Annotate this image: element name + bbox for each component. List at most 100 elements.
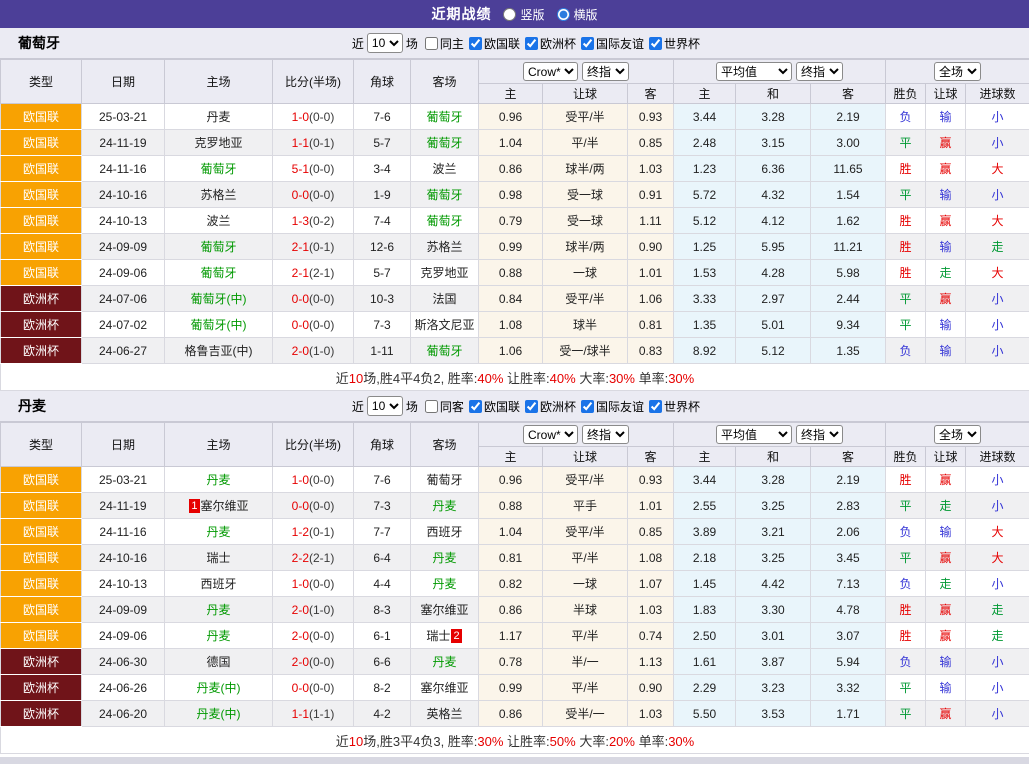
league-checkbox-0[interactable] <box>469 37 482 50</box>
match-date: 24-10-16 <box>82 545 165 571</box>
same-venue-filter[interactable]: 同客 <box>421 398 464 415</box>
crow-home-odds: 0.99 <box>479 234 543 260</box>
league-badge: 欧洲杯 <box>1 338 82 364</box>
match-count-select[interactable]: 10 <box>367 33 403 53</box>
final-odds-select-2[interactable]: 终指 <box>796 62 843 81</box>
home-team-name: 西班牙 <box>200 577 236 591</box>
crow-away-odds: 1.03 <box>628 597 674 623</box>
match-score: 0-0(0-0) <box>273 493 354 519</box>
corner-count: 10-3 <box>354 286 411 312</box>
result-win-draw-lose: 平 <box>886 675 926 701</box>
league-filter-2[interactable]: 国际友谊 <box>579 398 644 415</box>
result-win-draw-lose: 平 <box>886 545 926 571</box>
match-row: 欧国联 24-10-13 西班牙 1-0(0-0) 4-4 丹麦 0.82 一球… <box>1 571 1029 597</box>
average-select[interactable]: 平均值 <box>716 425 792 444</box>
match-row: 欧国联 24-11-19 1塞尔维亚 0-0(0-0) 7-3 丹麦 0.88 … <box>1 493 1029 519</box>
league-filter-2[interactable]: 国际友谊 <box>579 35 644 52</box>
league-checkbox-2[interactable] <box>581 37 594 50</box>
league-checkbox-1[interactable] <box>525 400 538 413</box>
home-team-name: 葡萄牙(中) <box>191 292 247 306</box>
league-filter-1[interactable]: 欧洲杯 <box>523 398 576 415</box>
final-odds-select-2[interactable]: 终指 <box>796 425 843 444</box>
home-team: 1塞尔维亚 <box>165 493 273 519</box>
league-checkbox-2[interactable] <box>581 400 594 413</box>
home-team: 格鲁吉亚(中) <box>165 338 273 364</box>
match-score: 1-0(0-0) <box>273 104 354 130</box>
home-team-name: 丹麦(中) <box>197 681 241 695</box>
away-team-name: 塞尔维亚 <box>420 603 468 617</box>
crow-away-odds: 1.01 <box>628 260 674 286</box>
scope-select[interactable]: 全场 <box>934 425 981 444</box>
league-checkbox-3[interactable] <box>649 400 662 413</box>
away-team: 丹麦 <box>411 545 479 571</box>
final-odds-select[interactable]: 终指 <box>582 425 629 444</box>
layout-option-horizontal[interactable]: 横版 <box>557 6 598 23</box>
layout-option-vertical[interactable]: 竖版 <box>503 6 544 23</box>
league-filter-0[interactable]: 欧国联 <box>467 398 520 415</box>
away-team-name: 克罗地亚 <box>420 266 468 280</box>
section-team-name: 丹麦 <box>18 396 46 416</box>
avg-home-odds: 2.50 <box>674 623 736 649</box>
fulltime-score: 2-1 <box>292 240 309 254</box>
horizontal-radio-label: 横版 <box>574 6 598 23</box>
table-header-row: 类型日期主场比分(半场)角球客场 Crow*终指 平均值终指 全场 <box>1 60 1029 84</box>
league-badge: 欧国联 <box>1 571 82 597</box>
match-row: 欧洲杯 24-07-02 葡萄牙(中) 0-0(0-0) 7-3 斯洛文尼亚 1… <box>1 312 1029 338</box>
league-checkbox-0[interactable] <box>469 400 482 413</box>
table-header-row: 类型日期主场比分(半场)角球客场 Crow*终指 平均值终指 全场 <box>1 423 1029 447</box>
corner-count: 8-3 <box>354 597 411 623</box>
league-filter-0[interactable]: 欧国联 <box>467 35 520 52</box>
same-venue-checkbox[interactable] <box>425 37 438 50</box>
avg-home-odds: 1.61 <box>674 649 736 675</box>
crow-away-odds: 1.03 <box>628 701 674 727</box>
bookmaker-select[interactable]: Crow* <box>523 425 578 444</box>
crow-away-odds: 1.01 <box>628 493 674 519</box>
match-row: 欧国联 24-11-16 丹麦 1-2(0-1) 7-7 西班牙 1.04 受平… <box>1 519 1029 545</box>
league-filter-3[interactable]: 世界杯 <box>647 398 700 415</box>
avg-away-odds: 5.94 <box>811 649 886 675</box>
league-filter-label-3: 世界杯 <box>664 35 700 52</box>
same-venue-filter[interactable]: 同主 <box>421 35 464 52</box>
avg-away-odds: 2.19 <box>811 467 886 493</box>
fulltime-score: 5-1 <box>292 162 309 176</box>
home-team: 丹麦 <box>165 623 273 649</box>
league-checkbox-3[interactable] <box>649 37 662 50</box>
match-count-select[interactable]: 10 <box>367 396 403 416</box>
recent-results-page: 近期战绩 竖版 横版 葡萄牙 近 10 场 同主 欧国联欧洲杯国际友谊世界杯 类… <box>0 0 1029 764</box>
col-header-0: 类型 <box>1 423 82 467</box>
horizontal-radio[interactable] <box>557 8 570 21</box>
crow-away-odds: 0.83 <box>628 338 674 364</box>
away-team-name: 葡萄牙 <box>426 188 462 202</box>
match-date: 24-11-19 <box>82 493 165 519</box>
section-header: 葡萄牙 近 10 场 同主 欧国联欧洲杯国际友谊世界杯 <box>0 28 1029 59</box>
same-venue-checkbox[interactable] <box>425 400 438 413</box>
scope-select[interactable]: 全场 <box>934 62 981 81</box>
result-win-draw-lose: 平 <box>886 312 926 338</box>
away-team-name: 瑞士 <box>426 629 450 643</box>
crow-home-odds: 0.96 <box>479 467 543 493</box>
bookmaker-select[interactable]: Crow* <box>523 62 578 81</box>
bottom-strip <box>0 757 1029 764</box>
result-handicap: 赢 <box>926 156 966 182</box>
match-score: 1-3(0-2) <box>273 208 354 234</box>
away-team: 葡萄牙 <box>411 130 479 156</box>
final-odds-select[interactable]: 终指 <box>582 62 629 81</box>
vertical-radio[interactable] <box>503 8 516 21</box>
sub-col-header-8: 进球数 <box>966 447 1029 467</box>
home-team: 西班牙 <box>165 571 273 597</box>
average-select[interactable]: 平均值 <box>716 62 792 81</box>
crow-away-odds: 0.85 <box>628 519 674 545</box>
league-checkbox-1[interactable] <box>525 37 538 50</box>
home-team: 德国 <box>165 649 273 675</box>
league-filter-1[interactable]: 欧洲杯 <box>523 35 576 52</box>
league-badge: 欧洲杯 <box>1 286 82 312</box>
league-filter-3[interactable]: 世界杯 <box>647 35 700 52</box>
result-win-draw-lose: 平 <box>886 182 926 208</box>
corner-count: 7-3 <box>354 312 411 338</box>
home-team: 葡萄牙(中) <box>165 312 273 338</box>
crow-home-odds: 0.99 <box>479 675 543 701</box>
away-team: 法国 <box>411 286 479 312</box>
crow-home-odds: 0.82 <box>479 571 543 597</box>
avg-draw-odds: 3.25 <box>736 545 811 571</box>
match-date: 25-03-21 <box>82 467 165 493</box>
